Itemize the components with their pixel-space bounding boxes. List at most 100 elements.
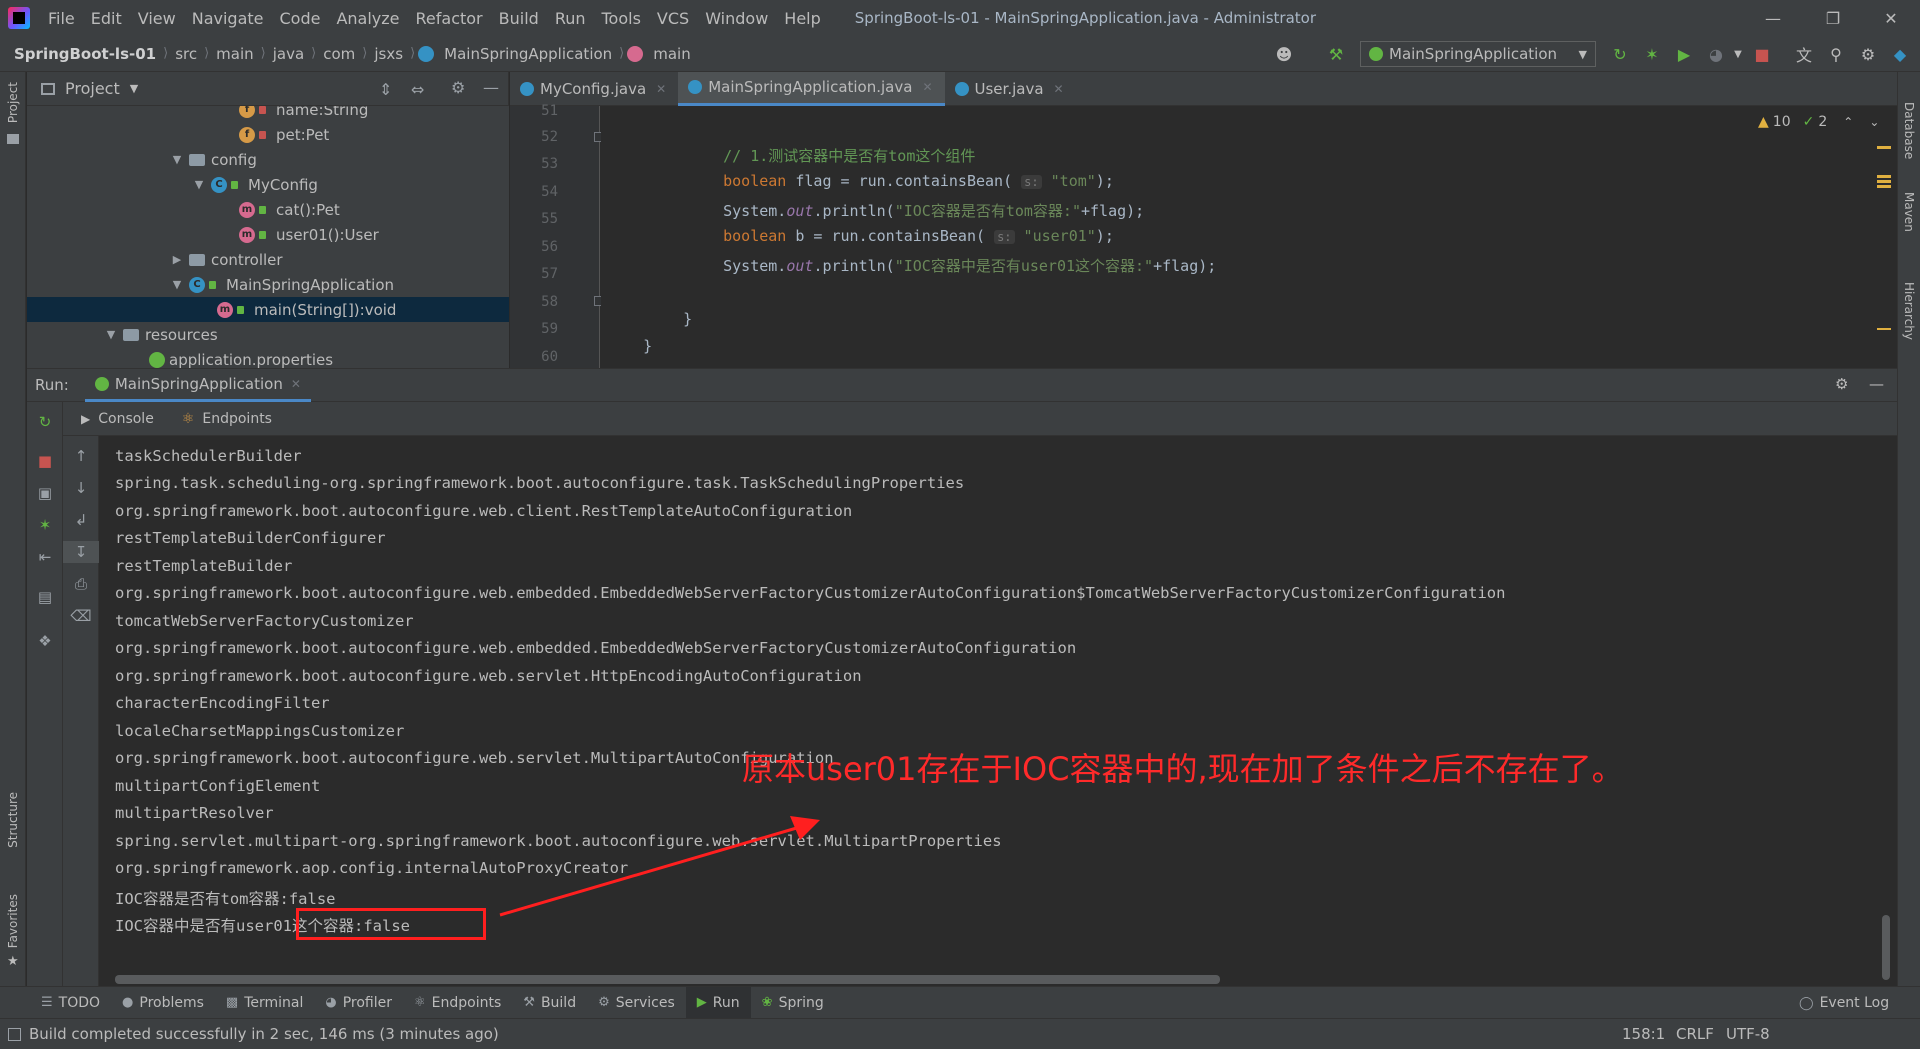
- tree-item[interactable]: m cat():Pet: [27, 197, 509, 222]
- todo-tool-button[interactable]: ☰ TODO: [30, 987, 111, 1019]
- chevron-down-icon[interactable]: ▼: [1728, 44, 1748, 64]
- breadcrumb-class[interactable]: MainSpringApplication: [440, 45, 616, 63]
- run-tool-button[interactable]: ▶ Run: [685, 986, 751, 1019]
- minimize-icon[interactable]: —: [1744, 0, 1802, 36]
- structure-tool-button[interactable]: Structure: [6, 792, 20, 848]
- error-stripe-mark[interactable]: [1877, 146, 1891, 149]
- tree-item[interactable]: ▼ resources: [27, 322, 509, 347]
- caret-position[interactable]: 158:1: [1622, 1025, 1665, 1043]
- menu-refactor[interactable]: Refactor: [408, 9, 491, 28]
- breadcrumb-java[interactable]: java: [269, 45, 308, 63]
- user-icon[interactable]: ☻: [1274, 44, 1294, 64]
- error-stripe-mark[interactable]: [1877, 175, 1891, 178]
- file-encoding[interactable]: UTF-8: [1726, 1025, 1770, 1043]
- tab-console[interactable]: ▶ Console: [63, 402, 168, 436]
- console-vertical-scrollbar[interactable]: [1882, 915, 1890, 980]
- chevron-down-icon[interactable]: ⌄: [1869, 115, 1879, 129]
- menu-run[interactable]: Run: [547, 9, 594, 28]
- tree-item[interactable]: m user01():User: [27, 222, 509, 247]
- breadcrumb-method[interactable]: main: [649, 45, 694, 63]
- close-window-icon[interactable]: ✕: [1862, 0, 1920, 36]
- menu-edit[interactable]: Edit: [83, 9, 130, 28]
- breadcrumb-src[interactable]: src: [171, 45, 201, 63]
- status-toggle-icon[interactable]: [8, 1027, 21, 1041]
- console-horizontal-scrollbar[interactable]: [115, 975, 1220, 984]
- chevron-down-icon[interactable]: ▼: [103, 328, 119, 341]
- close-icon[interactable]: ✕: [922, 80, 932, 94]
- tree-item[interactable]: application.properties: [27, 347, 509, 368]
- scroll-to-end-icon[interactable]: ↧: [63, 541, 99, 563]
- favorites-tool-button[interactable]: Favorites: [6, 894, 20, 948]
- code-editor[interactable]: // 1.测试容器中是否有tom这个组件 boolean flag = run.…: [601, 106, 1871, 368]
- stop-icon[interactable]: ■: [1752, 44, 1772, 64]
- close-icon[interactable]: ✕: [1054, 82, 1064, 96]
- exit-icon[interactable]: ⇤: [27, 546, 63, 568]
- profile-icon[interactable]: ◕: [1706, 44, 1726, 64]
- soft-wrap-icon[interactable]: ↲: [63, 509, 99, 531]
- console-output[interactable]: org.springframework.boot.autoconfigure.t…: [100, 436, 1897, 986]
- chevron-down-icon[interactable]: ▼: [169, 278, 185, 291]
- menu-build[interactable]: Build: [491, 9, 547, 28]
- breadcrumb-com[interactable]: com: [319, 45, 359, 63]
- chevron-down-icon[interactable]: ▼: [191, 178, 207, 191]
- chevron-up-icon[interactable]: ⌃: [1843, 115, 1853, 129]
- tab-mainspringapplication[interactable]: MainSpringApplication.java ✕: [678, 71, 945, 106]
- inspection-widget[interactable]: ▲ 10 ✓ 2 ⌃ ⌄: [1758, 114, 1879, 130]
- menu-analyze[interactable]: Analyze: [328, 9, 407, 28]
- settings-icon[interactable]: ⚙: [1858, 44, 1878, 64]
- build-tool-button[interactable]: ⚒ Build: [512, 987, 587, 1019]
- menu-tools[interactable]: Tools: [594, 9, 649, 28]
- tab-user[interactable]: User.java ✕: [945, 72, 1076, 106]
- rerun-icon[interactable]: ↻: [27, 411, 63, 433]
- project-panel-title[interactable]: Project: [65, 79, 120, 98]
- run-tab[interactable]: MainSpringApplication ✕: [84, 368, 311, 402]
- run-configuration-select[interactable]: MainSpringApplication ▼: [1360, 41, 1596, 67]
- menu-window[interactable]: Window: [697, 9, 776, 28]
- spring-tool-button[interactable]: ❀ Spring: [751, 987, 835, 1019]
- camera-icon[interactable]: ▣: [27, 482, 63, 504]
- chevron-down-icon[interactable]: ▼: [130, 82, 138, 95]
- breadcrumb-main[interactable]: main: [212, 45, 257, 63]
- menu-navigate[interactable]: Navigate: [184, 9, 272, 28]
- rerun-icon[interactable]: ↻: [1610, 44, 1630, 64]
- tree-item-selected[interactable]: m main(String[]):void: [27, 297, 509, 322]
- layout-icon[interactable]: ▤: [27, 586, 63, 608]
- tree-item[interactable]: f name:String: [27, 106, 509, 122]
- maven-tool-button[interactable]: Maven: [1902, 192, 1916, 232]
- hierarchy-tool-button[interactable]: Hierarchy: [1902, 282, 1916, 340]
- tree-item[interactable]: ▶ controller: [27, 247, 509, 272]
- stop-icon[interactable]: ■: [27, 450, 63, 472]
- pin-icon[interactable]: ❖: [27, 630, 63, 652]
- restore-icon[interactable]: ❐: [1804, 0, 1862, 36]
- tree-item[interactable]: ▼ C MainSpringApplication: [27, 272, 509, 297]
- debug-icon[interactable]: ✶: [27, 514, 63, 536]
- event-log-tool-button[interactable]: ◯ Event Log: [1788, 987, 1900, 1019]
- hide-panel-icon[interactable]: —: [483, 78, 499, 97]
- menu-vcs[interactable]: VCS: [649, 9, 697, 28]
- build-hammer-icon[interactable]: ⚒: [1326, 44, 1346, 64]
- trash-icon[interactable]: ⌫: [63, 605, 99, 627]
- settings-icon[interactable]: ⚙: [451, 78, 465, 97]
- database-tool-button[interactable]: Database: [1902, 102, 1916, 159]
- menu-help[interactable]: Help: [776, 9, 828, 28]
- chevron-right-icon[interactable]: ▶: [169, 253, 185, 266]
- arrow-up-icon[interactable]: ↑: [63, 445, 99, 467]
- breadcrumb-project[interactable]: SpringBoot-ls-01: [10, 45, 160, 63]
- close-icon[interactable]: ✕: [656, 82, 666, 96]
- error-stripe-mark[interactable]: [1877, 185, 1891, 188]
- debug-icon[interactable]: ✶: [1642, 44, 1662, 64]
- project-tool-button[interactable]: Project: [6, 82, 20, 123]
- menu-file[interactable]: File: [40, 9, 83, 28]
- translate-icon[interactable]: 文: [1794, 44, 1814, 65]
- hide-panel-icon[interactable]: —: [1869, 375, 1884, 393]
- breadcrumb-jsxs[interactable]: jsxs: [370, 45, 407, 63]
- print-icon[interactable]: ⎙: [63, 573, 99, 595]
- search-icon[interactable]: ⚲: [1826, 44, 1846, 64]
- tree-item[interactable]: f pet:Pet: [27, 122, 509, 147]
- chevron-down-icon[interactable]: ▼: [169, 153, 185, 166]
- close-icon[interactable]: ✕: [291, 377, 301, 391]
- terminal-tool-button[interactable]: ▩ Terminal: [215, 987, 314, 1019]
- coverage-icon[interactable]: ▶: [1674, 44, 1694, 64]
- endpoints-tool-button[interactable]: ⚛ Endpoints: [403, 987, 512, 1019]
- menu-view[interactable]: View: [130, 9, 184, 28]
